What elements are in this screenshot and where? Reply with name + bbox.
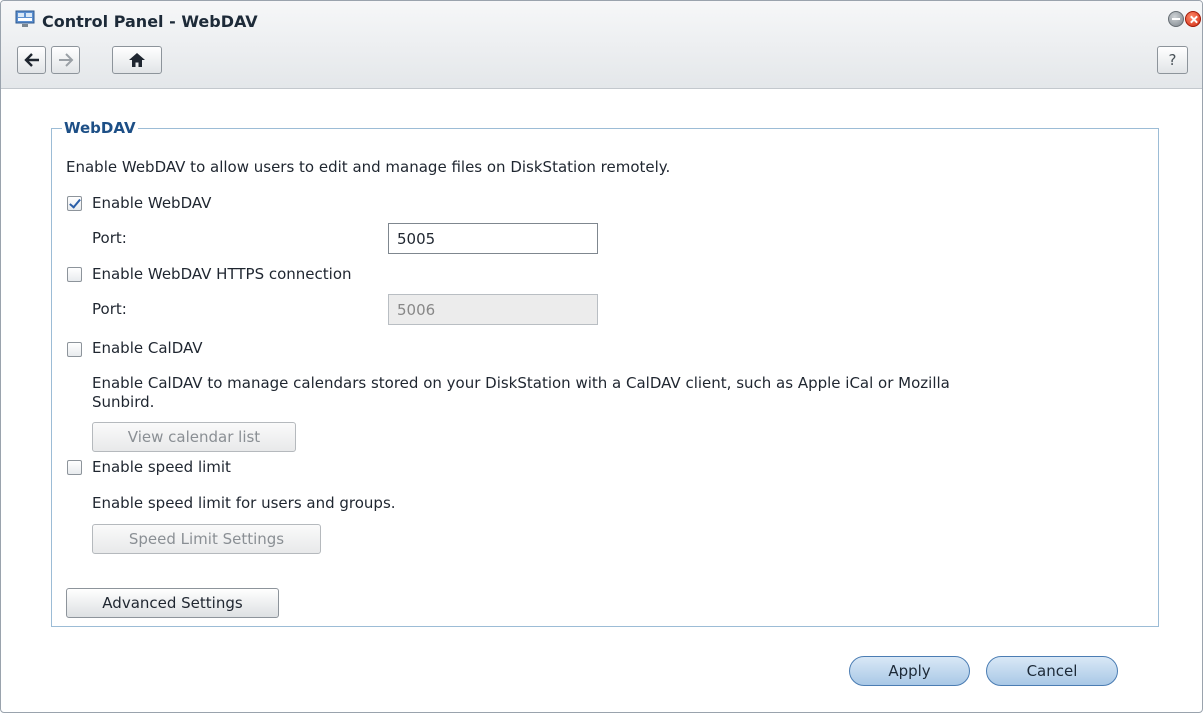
apply-button[interactable]: Apply <box>849 656 970 686</box>
caldav-description-line2: Sunbird. <box>92 393 155 411</box>
webdav-fieldset: WebDAV Enable WebDAV to allow users to e… <box>51 119 1159 627</box>
enable-speed-limit-label: Enable speed limit <box>92 458 231 476</box>
view-calendar-list-button[interactable]: View calendar list <box>92 422 296 452</box>
help-icon: ? <box>1168 51 1177 69</box>
back-button[interactable] <box>17 46 46 74</box>
title-bar: Control Panel - WebDAV ? <box>1 1 1202 89</box>
enable-speed-limit-checkbox[interactable] <box>67 460 82 475</box>
https-port-input[interactable] <box>388 294 598 325</box>
forward-button[interactable] <box>51 46 80 74</box>
webdav-port-label: Port: <box>92 229 127 247</box>
window-title: Control Panel - WebDAV <box>42 12 258 31</box>
minimize-button[interactable] <box>1168 11 1184 27</box>
arrow-left-icon <box>23 53 39 67</box>
cancel-button[interactable]: Cancel <box>986 656 1118 686</box>
caldav-description-line1: Enable CalDAV to manage calendars stored… <box>92 374 950 392</box>
control-panel-icon <box>15 10 35 27</box>
home-icon <box>129 53 145 67</box>
enable-https-label: Enable WebDAV HTTPS connection <box>92 265 352 283</box>
arrow-right-icon <box>58 53 73 67</box>
webdav-port-input[interactable] <box>388 223 598 254</box>
content-area: WebDAV Enable WebDAV to allow users to e… <box>11 90 1197 710</box>
enable-caldav-label: Enable CalDAV <box>92 339 203 357</box>
speed-limit-description: Enable speed limit for users and groups. <box>92 494 396 512</box>
enable-caldav-checkbox[interactable] <box>67 342 82 357</box>
enable-webdav-checkbox[interactable] <box>67 196 82 211</box>
home-button[interactable] <box>112 46 162 74</box>
speed-limit-settings-button[interactable]: Speed Limit Settings <box>92 524 321 554</box>
section-description: Enable WebDAV to allow users to edit and… <box>66 158 671 176</box>
enable-webdav-label: Enable WebDAV <box>92 194 212 212</box>
section-legend: WebDAV <box>62 119 138 137</box>
help-button[interactable]: ? <box>1157 46 1188 74</box>
enable-https-checkbox[interactable] <box>67 267 82 282</box>
close-button[interactable] <box>1185 11 1201 27</box>
advanced-settings-button[interactable]: Advanced Settings <box>66 588 279 618</box>
https-port-label: Port: <box>92 300 127 318</box>
control-panel-window: Control Panel - WebDAV ? WebDAV Enable W… <box>0 0 1203 713</box>
